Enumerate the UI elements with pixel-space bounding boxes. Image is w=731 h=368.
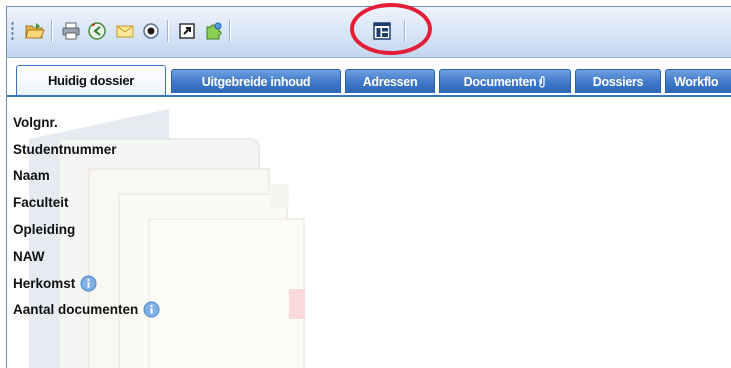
toolbar-separator — [167, 20, 168, 42]
tab-documenten[interactable]: Documenten — [439, 69, 571, 93]
toolbar-separator — [229, 20, 230, 42]
puzzle-icon[interactable] — [203, 21, 223, 41]
toolbar-grip[interactable] — [11, 21, 14, 41]
field-aantal-documenten: Aantal documenten — [13, 297, 160, 324]
eye-icon[interactable] — [141, 21, 161, 41]
field-label: Herkomst — [13, 275, 76, 291]
field-label: NAW — [13, 248, 45, 264]
tab-workflow[interactable]: Workflo — [665, 69, 731, 93]
info-icon[interactable] — [80, 275, 97, 292]
field-label: Studentnummer — [13, 141, 117, 157]
back-arrow-icon[interactable] — [87, 21, 107, 41]
field-label: Opleiding — [13, 222, 76, 238]
envelope-icon[interactable] — [115, 21, 135, 41]
tab-huidig-dossier[interactable]: Huidig dossier — [16, 65, 166, 95]
field-list: Volgnr. Studentnummer Naam Faculteit Opl… — [13, 109, 160, 323]
field-volgnr: Volgnr. — [13, 109, 160, 136]
tab-adressen[interactable]: Adressen — [345, 69, 435, 93]
info-icon[interactable] — [143, 301, 160, 318]
field-label: Naam — [13, 168, 50, 184]
tab-bar: Huidig dossier Uitgebreide inhoud Adress… — [7, 58, 731, 97]
dossier-panel: Volgnr. Studentnummer Naam Faculteit Opl… — [7, 97, 731, 368]
open-folder-icon[interactable] — [25, 21, 45, 41]
app-window: Huidig dossier Uitgebreide inhoud Adress… — [6, 3, 731, 368]
tab-label: Uitgebreide inhoud — [201, 74, 311, 89]
printer-icon[interactable] — [61, 21, 81, 41]
field-naw: NAW — [13, 243, 160, 270]
field-herkomst: Herkomst — [13, 270, 160, 297]
field-label: Volgnr. — [13, 114, 58, 130]
tab-dossiers[interactable]: Dossiers — [575, 69, 661, 93]
toolbar-separator — [51, 20, 52, 42]
highlight-circle — [350, 3, 432, 55]
tab-label: Dossiers — [592, 74, 644, 89]
tab-label: Workflo — [674, 74, 719, 89]
field-studentnummer: Studentnummer — [13, 136, 160, 163]
field-naam: Naam — [13, 163, 160, 190]
tab-label: Documenten — [463, 74, 537, 89]
field-faculteit: Faculteit — [13, 189, 160, 216]
paperclip-icon — [538, 75, 546, 89]
field-label: Faculteit — [13, 195, 69, 211]
external-link-icon[interactable] — [177, 21, 197, 41]
toolbar — [7, 3, 731, 58]
tab-label: Adressen — [362, 74, 418, 89]
field-label: Aantal documenten — [13, 302, 139, 318]
field-opleiding: Opleiding — [13, 216, 160, 243]
tab-uitgebreide-inhoud[interactable]: Uitgebreide inhoud — [171, 69, 341, 93]
tab-label: Huidig dossier — [47, 73, 135, 88]
